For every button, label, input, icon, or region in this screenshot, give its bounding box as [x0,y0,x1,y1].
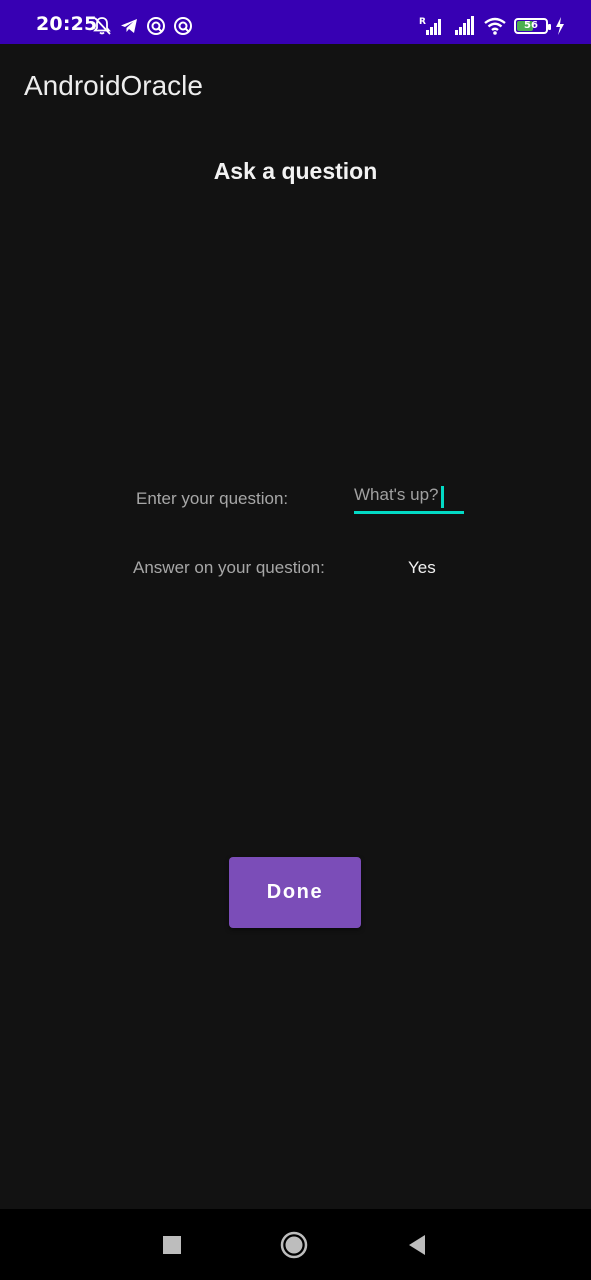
answer-value: Yes [408,558,436,577]
navigation-bar [0,1209,591,1280]
page-heading: Ask a question [213,158,378,184]
battery-level: 56 [524,20,538,31]
telegram-icon [119,16,139,36]
question-field[interactable] [354,482,464,514]
question-label: Enter your question: [136,489,289,508]
signal-icon [452,15,476,37]
status-time: 20:25 [36,13,98,35]
back-icon[interactable] [403,1231,431,1259]
app-bar: AndroidOracle [0,44,591,132]
roaming-letter: R [419,17,426,27]
bell-off-icon [92,16,112,36]
answer-label: Answer on your question: [133,558,325,577]
system-icons: R 56 [419,14,565,38]
wifi-icon [483,16,507,36]
home-icon[interactable] [280,1231,308,1259]
signal-icon: R [419,15,445,37]
vpn-icon [146,16,166,36]
recents-icon[interactable] [158,1231,186,1259]
question-input[interactable] [354,485,454,505]
notification-icons [92,15,193,37]
app-title: AndroidOracle [24,70,203,101]
done-button[interactable]: Done [229,857,361,928]
charging-icon [555,17,565,35]
battery-icon: 56 [514,18,551,34]
text-cursor [441,486,444,508]
screen: 20:25 R 56 AndroidOracle Ask a question … [0,0,591,1280]
vpn-icon [173,16,193,36]
status-bar: 20:25 R 56 [0,0,591,44]
